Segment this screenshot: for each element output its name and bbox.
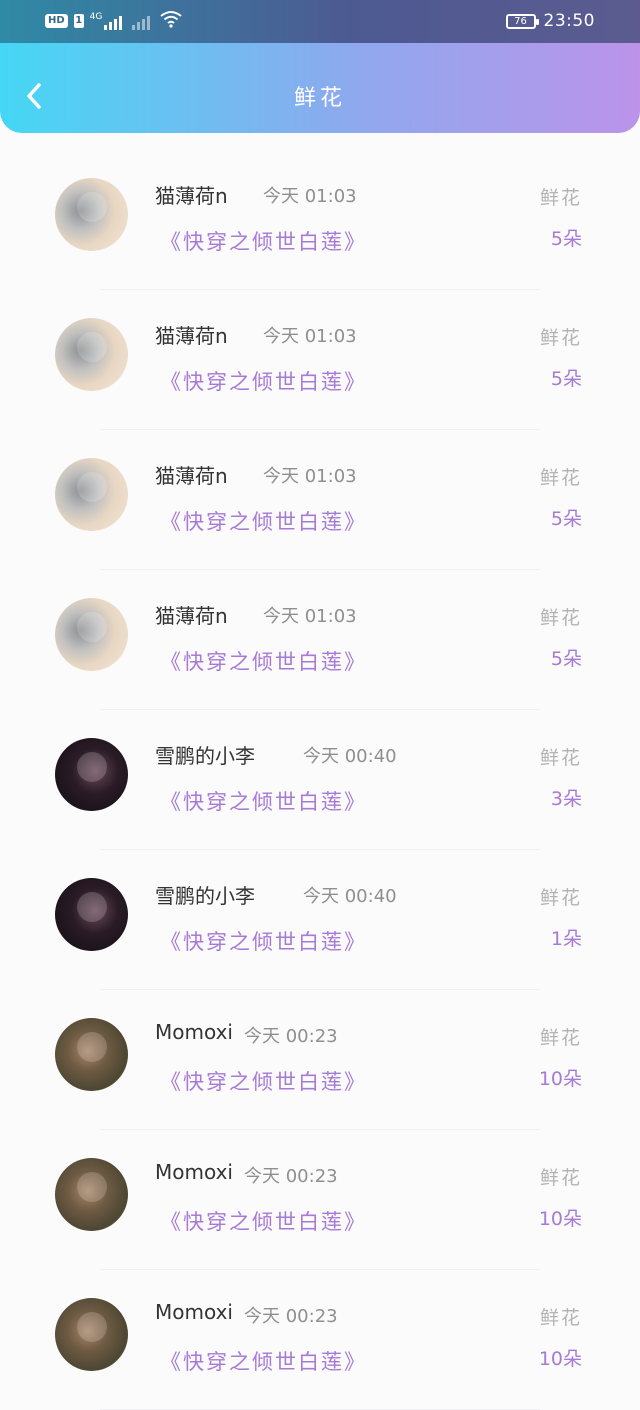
book-title[interactable]: 《快穿之倾世白莲》 <box>160 366 367 396</box>
avatar-highlight <box>77 1172 107 1202</box>
post-time: 今天 00:23 <box>244 1166 338 1187</box>
user-name[interactable]: 猫薄荷n <box>155 460 228 489</box>
gift-label: 鲜花 <box>539 1027 582 1049</box>
post-time: 今天 01:03 <box>263 186 357 207</box>
signal-icon: 4G <box>90 12 123 30</box>
list-item[interactable]: 雪鹏的小李 今天 00:40 《快穿之倾世白莲》 鲜花 3朵 <box>0 710 640 850</box>
list-item[interactable]: 雪鹏的小李 今天 00:40 《快穿之倾世白莲》 鲜花 1朵 <box>0 850 640 990</box>
gift-count: 5朵 <box>550 648 582 670</box>
avatar-highlight <box>77 1032 107 1062</box>
gift-label: 鲜花 <box>539 187 582 209</box>
wifi-icon <box>160 10 182 32</box>
gift-label: 鲜花 <box>539 327 582 349</box>
book-title[interactable]: 《快穿之倾世白莲》 <box>160 1066 367 1096</box>
avatar-highlight <box>77 612 107 642</box>
book-title[interactable]: 《快穿之倾世白莲》 <box>160 506 367 536</box>
gift-count: 3朵 <box>550 788 582 810</box>
avatar[interactable] <box>55 1298 128 1371</box>
user-name[interactable]: 雪鹏的小李 <box>155 740 255 769</box>
list-item[interactable]: 猫薄荷n 今天 01:03 《快穿之倾世白莲》 鲜花 5朵 <box>0 570 640 710</box>
gift-count: 10朵 <box>538 1068 582 1090</box>
list-item[interactable]: Momoxi 今天 00:23 《快穿之倾世白莲》 鲜花 10朵 <box>0 1130 640 1270</box>
book-title[interactable]: 《快穿之倾世白莲》 <box>160 226 367 256</box>
avatar-highlight <box>77 752 107 782</box>
list-item[interactable]: 猫薄荷n 今天 01:03 《快穿之倾世白莲》 鲜花 5朵 <box>0 290 640 430</box>
avatar[interactable] <box>55 598 128 671</box>
status-bar: HD 1 4G 76 23:50 <box>0 0 640 43</box>
gift-label: 鲜花 <box>539 607 582 629</box>
post-time: 今天 00:40 <box>303 746 397 767</box>
avatar[interactable] <box>55 458 128 531</box>
status-left: HD 1 4G <box>45 10 182 32</box>
user-name[interactable]: 猫薄荷n <box>155 320 228 349</box>
list-item[interactable]: Momoxi 今天 00:23 《快穿之倾世白莲》 鲜花 10朵 <box>0 990 640 1130</box>
avatar[interactable] <box>55 318 128 391</box>
user-name[interactable]: 雪鹏的小李 <box>155 880 255 909</box>
sim-badge: 1 <box>73 14 84 28</box>
book-title[interactable]: 《快穿之倾世白莲》 <box>160 646 367 676</box>
gift-label: 鲜花 <box>539 887 582 909</box>
gift-count: 5朵 <box>550 368 582 390</box>
network-type: 4G <box>89 12 103 22</box>
gift-label: 鲜花 <box>539 467 582 489</box>
avatar-highlight <box>77 1312 107 1342</box>
avatar-highlight <box>77 192 107 222</box>
gift-label: 鲜花 <box>539 1167 582 1189</box>
battery-level: 76 <box>514 15 527 27</box>
post-time: 今天 01:03 <box>263 466 357 487</box>
avatar[interactable] <box>55 738 128 811</box>
avatar[interactable] <box>55 1158 128 1231</box>
book-title[interactable]: 《快穿之倾世白莲》 <box>160 786 367 816</box>
book-title[interactable]: 《快穿之倾世白莲》 <box>160 1346 367 1376</box>
gift-count: 5朵 <box>550 228 582 250</box>
page-title: 鲜花 <box>293 86 346 111</box>
list-item[interactable]: 猫薄荷n 今天 01:03 《快穿之倾世白莲》 鲜花 5朵 <box>0 430 640 570</box>
flower-list: 猫薄荷n 今天 01:03 《快穿之倾世白莲》 鲜花 5朵 猫薄荷n 今天 01:03 《快穿… <box>0 150 640 1410</box>
user-name[interactable]: Momoxi <box>155 1020 233 1044</box>
avatar-highlight <box>77 892 107 922</box>
avatar[interactable] <box>55 1018 128 1091</box>
user-name[interactable]: 猫薄荷n <box>155 600 228 629</box>
status-right: 76 23:50 <box>505 10 596 32</box>
user-name[interactable]: 猫薄荷n <box>155 180 228 209</box>
avatar-highlight <box>77 472 107 502</box>
post-time: 今天 00:40 <box>303 886 397 907</box>
gift-label: 鲜花 <box>539 747 582 769</box>
user-name[interactable]: Momoxi <box>155 1160 233 1184</box>
book-title[interactable]: 《快穿之倾世白莲》 <box>160 926 367 956</box>
post-time: 今天 00:23 <box>244 1306 338 1327</box>
avatar-highlight <box>77 332 107 362</box>
post-time: 今天 00:23 <box>244 1026 338 1047</box>
list-item[interactable]: 猫薄荷n 今天 01:03 《快穿之倾世白莲》 鲜花 5朵 <box>0 150 640 290</box>
user-name[interactable]: Momoxi <box>155 1300 233 1324</box>
avatar[interactable] <box>55 878 128 951</box>
list-item[interactable]: Momoxi 今天 00:23 《快穿之倾世白莲》 鲜花 10朵 <box>0 1270 640 1410</box>
post-time: 今天 01:03 <box>263 606 357 627</box>
gift-count: 1朵 <box>550 928 582 950</box>
battery-icon: 76 <box>505 13 539 29</box>
hd-badge: HD <box>45 14 68 28</box>
clock: 23:50 <box>543 11 595 31</box>
book-title[interactable]: 《快穿之倾世白莲》 <box>160 1206 367 1236</box>
gift-count: 10朵 <box>538 1348 582 1370</box>
gift-count: 10朵 <box>538 1208 582 1230</box>
post-time: 今天 01:03 <box>263 326 357 347</box>
avatar[interactable] <box>55 178 128 251</box>
gift-count: 5朵 <box>550 508 582 530</box>
gift-label: 鲜花 <box>539 1307 582 1329</box>
signal-2-icon <box>132 12 151 30</box>
